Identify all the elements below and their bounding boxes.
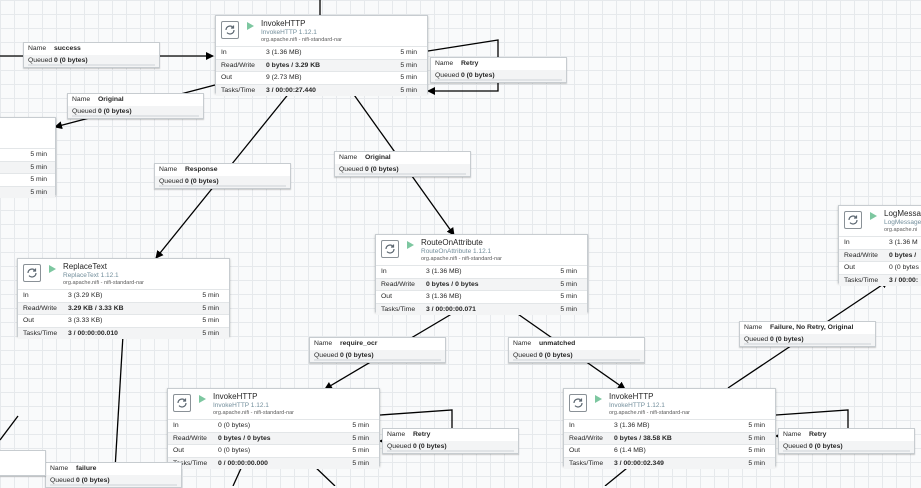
running-icon [199, 395, 206, 403]
queue-bar [314, 359, 441, 361]
queue-bar [387, 450, 514, 452]
connection-failure[interactable]: Name failure Queued 0 (0 bytes) [45, 462, 182, 488]
queue-bar [513, 359, 640, 361]
processor-type: InvokeHTTP 1.12.1 [213, 402, 269, 409]
connection-name: Retry [809, 431, 827, 438]
processor-icon [23, 264, 41, 282]
processor-icon [844, 211, 862, 229]
connection-name: Retry [461, 60, 479, 67]
processor-routeonattribute[interactable]: RouteOnAttribute RouteOnAttribute 1.12.1… [375, 234, 588, 315]
stat-in: 3 (3.29 KB) [68, 292, 103, 299]
processor-partial-left[interactable]: 5 min 5 min 5 min 5 min [0, 117, 56, 198]
running-icon [49, 265, 56, 273]
conn-line-replace-left [0, 415, 19, 441]
queue-bar [744, 343, 871, 345]
processor-name: RouteOnAttribute [421, 238, 483, 247]
stat-rw: 0 bytes / 0 bytes [426, 280, 479, 288]
queue-bar [435, 79, 562, 81]
stat-in: 3 (1.36 MB) [266, 49, 302, 56]
processor-name: InvokeHTTP [261, 19, 306, 28]
connection-name: unmatched [539, 340, 576, 347]
processor-type: ReplaceText 1.12.1 [63, 272, 119, 279]
connection-name: Failure, No Retry, Original [770, 324, 854, 331]
processor-invokehttp-left[interactable]: InvokeHTTP InvokeHTTP 1.12.1 org.apache.… [167, 388, 380, 469]
stat-tasks: 3 / 00:00:00.010 [68, 329, 118, 337]
processor-bundle: org.apache.nifi - nifi-standard-nar [421, 256, 503, 262]
queue-bar [339, 173, 466, 175]
processor-bundle: org.apache.nifi - nifi-standard-nar [213, 410, 295, 416]
connection-original-mid[interactable]: Name Original Queued 0 (0 bytes) [334, 151, 471, 177]
connection-retry-top[interactable]: Name Retry Queued 0 (0 bytes) [430, 57, 567, 83]
connection-partial-left[interactable] [0, 450, 46, 476]
processor-name: InvokeHTTP [213, 392, 258, 401]
processor-type: LogMessage [884, 219, 921, 226]
connection-name: Retry [413, 431, 431, 438]
running-icon [595, 395, 602, 403]
connection-name: Original [365, 154, 391, 161]
stat-rw: 0 bytes / 3.29 KB [266, 61, 321, 69]
stat-out: 0 (0 bytes) [218, 447, 251, 454]
processor-bundle: org.apache.nifi - nifi-standard-nar [63, 280, 145, 286]
stat-in: 3 (1.36 MB) [614, 422, 650, 429]
processor-bundle: org.apache.nifi - nifi-standard-nar [609, 410, 691, 416]
connection-name: Response [185, 166, 218, 173]
stat-in: 0 (0 bytes) [218, 422, 251, 429]
connection-unmatched[interactable]: Name unmatched Queued 0 (0 bytes) [508, 337, 645, 363]
processor-icon [381, 240, 399, 258]
connection-retry-right[interactable]: Name Retry Queued 0 (0 bytes) [778, 428, 915, 454]
processor-bundle: org.apache.nifi - nifi-standard-nar [261, 37, 343, 43]
processor-icon [569, 394, 587, 412]
queue-bar [159, 185, 286, 187]
connection-response[interactable]: Name Response Queued 0 (0 bytes) [154, 163, 291, 189]
stat-tasks: 3 / 00:00:02.349 [614, 459, 664, 467]
stat-tasks: 3 / 00:00:00.071 [426, 305, 476, 313]
running-icon [870, 212, 877, 220]
stat-rw: 0 bytes / [889, 251, 917, 259]
queue-bar [72, 115, 199, 117]
processor-name: ReplaceText [63, 262, 108, 271]
connection-require-ocr[interactable]: Name require_ocr Queued 0 (0 bytes) [309, 337, 446, 363]
stat-in: 3 (1.36 M [889, 239, 918, 246]
stat-in: 3 (1.36 MB) [426, 268, 462, 275]
processor-name: InvokeHTTP [609, 392, 654, 401]
connection-name: require_ocr [340, 340, 378, 347]
stat-out: 9 (2.73 MB) [266, 74, 302, 81]
stat-out: 6 (1.4 MB) [614, 447, 646, 454]
processor-invokehttp-right[interactable]: InvokeHTTP InvokeHTTP 1.12.1 org.apache.… [563, 388, 776, 469]
connection-success[interactable]: Name success Queued 0 (0 bytes) [23, 42, 160, 68]
running-icon [247, 22, 254, 30]
connection-name: success [54, 45, 81, 52]
stat-out: 3 (1.36 MB) [426, 293, 462, 300]
processor-logmessage[interactable]: LogMessage LogMessage org.apache.ni In3 … [838, 205, 921, 286]
processor-type: InvokeHTTP 1.12.1 [609, 402, 665, 409]
processor-invokehttp-top[interactable]: InvokeHTTP InvokeHTTP 1.12.1 org.apache.… [215, 15, 428, 96]
stat-rw: 0 bytes / 38.58 KB [614, 434, 672, 442]
stat-rw: 0 bytes / 0 bytes [218, 434, 271, 442]
processor-icon [221, 21, 239, 39]
processor-name: LogMessage [884, 209, 921, 218]
connection-name: failure [76, 465, 97, 472]
queue-bar [28, 64, 155, 66]
queue-bar [783, 450, 910, 452]
stat-tasks: 3 / 00:00: [889, 276, 919, 284]
stat-out: 3 (3.33 KB) [68, 317, 103, 324]
stat-tasks: 3 / 00:00:27.440 [266, 86, 316, 94]
connection-retry-left[interactable]: Name Retry Queued 0 (0 bytes) [382, 428, 519, 454]
connection-failure-log[interactable]: Name Failure, No Retry, Original Queued 0 … [739, 321, 876, 347]
stat-label-in: In [221, 49, 227, 56]
running-icon [407, 241, 414, 249]
connection-original-left[interactable]: Name Original Queued 0 (0 bytes) [67, 93, 204, 119]
stat-rw: 3.29 KB / 3.33 KB [68, 304, 124, 312]
processor-type: RouteOnAttribute 1.12.1 [421, 248, 492, 255]
stat-tasks: 0 / 00:00:00.000 [218, 459, 268, 467]
processor-bundle: org.apache.ni [884, 227, 918, 233]
processor-icon [173, 394, 191, 412]
stat-out: 0 (0 bytes [889, 264, 919, 271]
processor-type: InvokeHTTP 1.12.1 [261, 29, 317, 36]
processor-replacetext[interactable]: ReplaceText ReplaceText 1.12.1 org.apach… [17, 258, 230, 339]
connection-name: Original [98, 96, 124, 103]
